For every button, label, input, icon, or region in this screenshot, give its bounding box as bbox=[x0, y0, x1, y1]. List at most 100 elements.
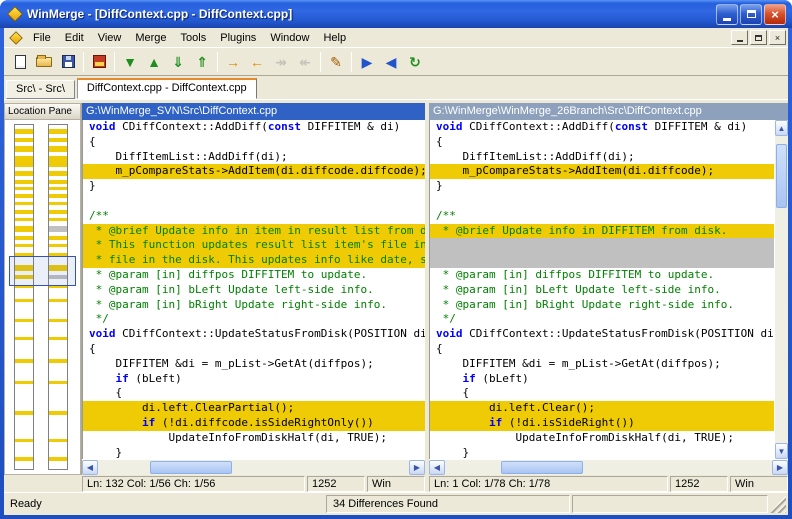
scroll-right-arrow-icon[interactable]: ▶ bbox=[409, 460, 425, 475]
copy-all-left-button[interactable]: ◀ bbox=[379, 51, 403, 73]
menu-file[interactable]: File bbox=[26, 30, 58, 46]
refresh-button[interactable]: ↻ bbox=[403, 51, 427, 73]
location-diff-mark[interactable] bbox=[49, 359, 67, 363]
location-diff-mark[interactable] bbox=[15, 194, 33, 198]
copy-left-and-advance-button[interactable]: ↞ bbox=[293, 51, 317, 73]
location-diff-mark[interactable] bbox=[49, 129, 67, 134]
previous-difference-button[interactable]: ▲ bbox=[142, 51, 166, 73]
location-pane-title[interactable]: Location Pane bbox=[4, 103, 81, 120]
location-diff-mark[interactable] bbox=[15, 299, 33, 302]
menu-view[interactable]: View bbox=[91, 30, 129, 46]
menu-plugins[interactable]: Plugins bbox=[213, 30, 263, 46]
last-difference-button[interactable]: ⇓ bbox=[166, 51, 190, 73]
location-diff-mark[interactable] bbox=[15, 381, 33, 384]
location-diff-mark[interactable] bbox=[15, 337, 33, 340]
left-hscroll-track[interactable] bbox=[98, 460, 409, 475]
scroll-left-arrow-icon[interactable]: ◀ bbox=[82, 460, 98, 475]
location-diff-mark[interactable] bbox=[15, 180, 33, 184]
location-bar-right[interactable] bbox=[48, 124, 68, 470]
resize-grip[interactable] bbox=[770, 495, 786, 513]
location-diff-mark[interactable] bbox=[49, 187, 67, 190]
location-diff-mark[interactable] bbox=[15, 138, 33, 142]
menu-help[interactable]: Help bbox=[316, 30, 353, 46]
right-code[interactable]: void CDiffContext::AddDiff(const DIFFITE… bbox=[429, 120, 774, 459]
location-diff-mark[interactable] bbox=[15, 226, 33, 232]
copy-left-button[interactable]: ← bbox=[245, 51, 269, 73]
tab-folder-compare[interactable]: Src\ - Src\ bbox=[6, 80, 75, 99]
right-hscroll-thumb[interactable] bbox=[501, 461, 583, 474]
location-diff-mark[interactable] bbox=[15, 457, 33, 461]
location-diff-mark[interactable] bbox=[49, 299, 67, 302]
location-diff-mark[interactable] bbox=[15, 146, 33, 152]
menu-window[interactable]: Window bbox=[263, 30, 316, 46]
right-vscroll-thumb[interactable] bbox=[776, 144, 787, 208]
title-bar[interactable]: WinMerge - [DiffContext.cpp - DiffContex… bbox=[0, 0, 792, 28]
location-diff-mark[interactable] bbox=[15, 218, 33, 221]
location-diff-mark[interactable] bbox=[49, 171, 67, 176]
location-diff-mark[interactable] bbox=[49, 319, 67, 322]
location-diff-mark[interactable] bbox=[15, 236, 33, 240]
mdi-close-button[interactable]: × bbox=[769, 30, 786, 45]
menu-merge[interactable]: Merge bbox=[128, 30, 173, 46]
mdi-restore-button[interactable] bbox=[750, 30, 767, 45]
open-button[interactable] bbox=[32, 51, 56, 73]
location-diff-mark[interactable] bbox=[15, 411, 33, 415]
location-diff-mark[interactable] bbox=[49, 236, 67, 240]
document-system-icon[interactable] bbox=[9, 31, 23, 45]
location-view-rect[interactable] bbox=[9, 256, 76, 286]
right-hscroll-track[interactable] bbox=[445, 460, 772, 475]
mdi-minimize-button[interactable] bbox=[731, 30, 748, 45]
tab-file-compare[interactable]: DiffContext.cpp - DiffContext.cpp bbox=[77, 78, 257, 99]
scroll-right-arrow-icon[interactable]: ▶ bbox=[772, 460, 788, 475]
left-code[interactable]: void CDiffContext::AddDiff(const DIFFITE… bbox=[82, 120, 425, 459]
right-pane-header[interactable]: G:\WinMerge\WinMerge_26Branch\Src\DiffCo… bbox=[429, 103, 788, 120]
menu-edit[interactable]: Edit bbox=[58, 30, 91, 46]
location-bar-left[interactable] bbox=[14, 124, 34, 470]
copy-all-right-button[interactable]: ▶ bbox=[355, 51, 379, 73]
location-diff-mark[interactable] bbox=[49, 210, 67, 214]
location-diff-mark[interactable] bbox=[49, 194, 67, 198]
location-diff-mark[interactable] bbox=[49, 381, 67, 384]
location-diff-mark[interactable] bbox=[49, 218, 67, 221]
location-diff-mark[interactable] bbox=[15, 129, 33, 134]
location-pane-body[interactable] bbox=[4, 120, 81, 475]
merge-mode-button[interactable] bbox=[87, 51, 111, 73]
location-diff-mark[interactable] bbox=[15, 319, 33, 322]
location-diff-mark[interactable] bbox=[15, 244, 33, 247]
location-diff-mark[interactable] bbox=[15, 187, 33, 190]
scroll-left-arrow-icon[interactable]: ◀ bbox=[429, 460, 445, 475]
location-diff-mark[interactable] bbox=[15, 439, 33, 442]
location-diff-mark[interactable] bbox=[15, 156, 33, 167]
scroll-up-arrow-icon[interactable]: ▲ bbox=[775, 120, 788, 136]
close-button[interactable]: × bbox=[764, 4, 786, 25]
copy-right-and-advance-button[interactable]: ↠ bbox=[269, 51, 293, 73]
scroll-down-arrow-icon[interactable]: ▼ bbox=[775, 443, 788, 459]
location-diff-mark[interactable] bbox=[49, 202, 67, 205]
copy-right-button[interactable]: → bbox=[221, 51, 245, 73]
right-vscroll-track[interactable] bbox=[775, 136, 788, 443]
location-diff-mark[interactable] bbox=[49, 226, 67, 232]
left-pane-header[interactable]: G:\WinMerge_SVN\Src\DiffContext.cpp bbox=[82, 103, 425, 120]
menu-tools[interactable]: Tools bbox=[174, 30, 214, 46]
location-diff-mark[interactable] bbox=[49, 457, 67, 461]
location-diff-mark[interactable] bbox=[49, 439, 67, 442]
location-diff-mark[interactable] bbox=[49, 138, 67, 142]
new-button[interactable] bbox=[8, 51, 32, 73]
select-line-difference-button[interactable]: ✎ bbox=[324, 51, 348, 73]
next-difference-button[interactable]: ▼ bbox=[118, 51, 142, 73]
minimize-button[interactable] bbox=[716, 4, 738, 25]
location-diff-mark[interactable] bbox=[15, 210, 33, 214]
left-hscroll-thumb[interactable] bbox=[150, 461, 232, 474]
location-diff-mark[interactable] bbox=[49, 244, 67, 247]
maximize-button[interactable] bbox=[740, 4, 762, 25]
location-diff-mark[interactable] bbox=[49, 411, 67, 415]
save-button[interactable] bbox=[56, 51, 80, 73]
location-diff-mark[interactable] bbox=[49, 156, 67, 167]
location-diff-mark[interactable] bbox=[49, 180, 67, 184]
location-diff-mark[interactable] bbox=[15, 359, 33, 363]
location-diff-mark[interactable] bbox=[15, 171, 33, 176]
location-diff-mark[interactable] bbox=[15, 202, 33, 205]
first-difference-button[interactable]: ⇑ bbox=[190, 51, 214, 73]
location-diff-mark[interactable] bbox=[49, 146, 67, 152]
location-diff-mark[interactable] bbox=[49, 337, 67, 340]
